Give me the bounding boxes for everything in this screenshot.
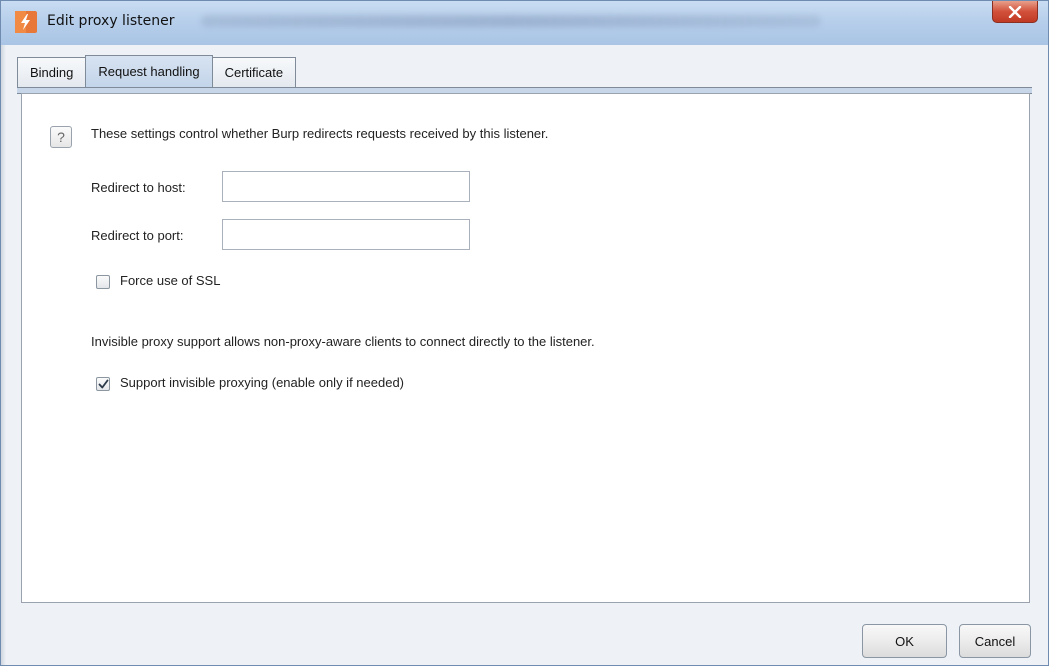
invisible-proxy-checkbox[interactable] (96, 377, 110, 391)
title-bar[interactable]: Edit proxy listener (1, 1, 1048, 45)
tab-certificate[interactable]: Certificate (211, 57, 297, 87)
blurred-background-text (201, 15, 821, 27)
invisible-proxy-label: Support invisible proxying (enable only … (120, 375, 405, 390)
checkmark-icon (98, 379, 108, 388)
redirect-host-label: Redirect to host: (91, 180, 186, 195)
ok-button[interactable]: OK (862, 624, 947, 658)
burp-lightning-icon (15, 11, 37, 33)
help-icon[interactable]: ? (50, 126, 72, 148)
intro-text: These settings control whether Burp redi… (91, 126, 549, 141)
force-ssl-checkbox[interactable] (96, 275, 110, 289)
invisible-proxy-note: Invisible proxy support allows non-proxy… (91, 334, 595, 349)
tab-bar: Binding Request handling Certificate (17, 55, 297, 87)
force-ssl-label: Force use of SSL (120, 273, 221, 288)
close-button[interactable] (992, 1, 1038, 23)
redirect-port-label: Redirect to port: (91, 228, 184, 243)
edit-proxy-listener-dialog: Edit proxy listener Binding Request hand… (0, 0, 1049, 666)
redirect-port-input[interactable] (222, 219, 470, 250)
cancel-button[interactable]: Cancel (959, 624, 1031, 658)
window-title: Edit proxy listener (47, 13, 175, 29)
window-left-edge (1, 45, 6, 665)
close-icon (1008, 5, 1022, 18)
tab-binding[interactable]: Binding (17, 57, 87, 87)
tab-request-handling[interactable]: Request handling (85, 55, 213, 87)
request-handling-panel: ? These settings control whether Burp re… (21, 93, 1030, 603)
redirect-host-input[interactable] (222, 171, 470, 202)
